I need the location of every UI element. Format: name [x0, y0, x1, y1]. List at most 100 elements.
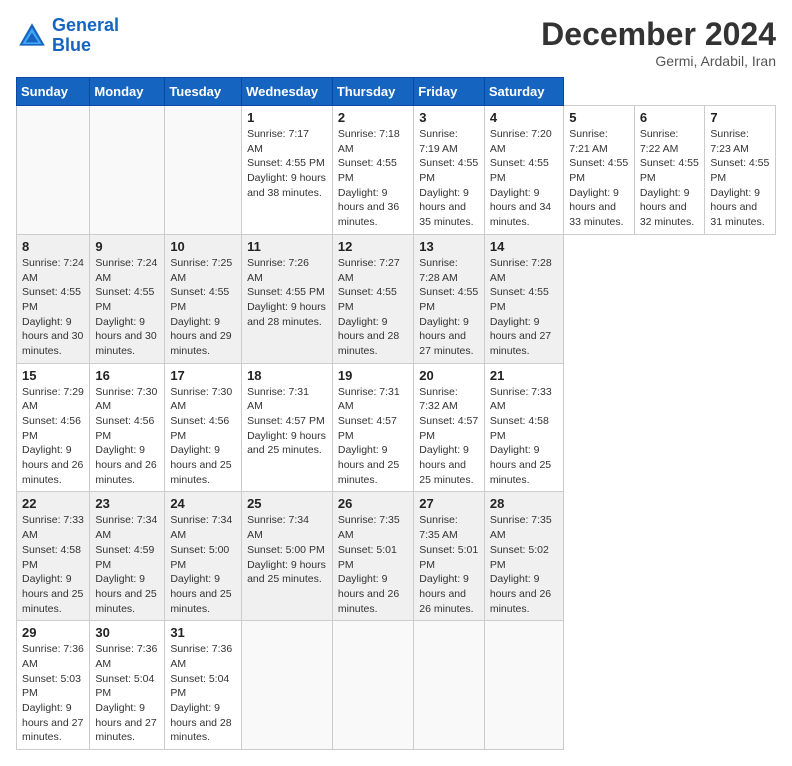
- day-number: 1: [247, 110, 327, 125]
- day-info: Sunrise: 7:22 AMSunset: 4:55 PMDaylight:…: [640, 127, 700, 230]
- week-row-3: 15Sunrise: 7:29 AMSunset: 4:56 PMDayligh…: [17, 363, 776, 492]
- day-info: Sunrise: 7:34 AMSunset: 5:00 PMDaylight:…: [170, 513, 236, 616]
- calendar-cell: 7Sunrise: 7:23 AMSunset: 4:55 PMDaylight…: [705, 106, 776, 235]
- calendar-cell: 9 Sunrise: 7:24 AMSunset: 4:55 PMDaylight…: [90, 234, 165, 363]
- day-info: Sunrise: 7:20 AMSunset: 4:55 PMDaylight:…: [490, 127, 558, 230]
- day-info: Sunrise: 7:31 AMSunset: 4:57 PMDaylight:…: [247, 385, 327, 458]
- day-number: 22: [22, 496, 84, 511]
- day-number: 19: [338, 368, 408, 383]
- header-monday: Monday: [90, 78, 165, 106]
- calendar-cell: 17 Sunrise: 7:30 AMSunset: 4:56 PMDayligh…: [165, 363, 242, 492]
- day-number: 30: [95, 625, 159, 640]
- calendar-cell: 3 Sunrise: 7:19 AMSunset: 4:55 PMDaylight…: [414, 106, 485, 235]
- day-number: 3: [419, 110, 479, 125]
- header-wednesday: Wednesday: [242, 78, 333, 106]
- calendar-cell: [165, 106, 242, 235]
- day-number: 5: [569, 110, 629, 125]
- calendar-cell: 28 Sunrise: 7:35 AMSunset: 5:02 PMDayligh…: [484, 492, 563, 621]
- location: Germi, Ardabil, Iran: [541, 53, 776, 69]
- day-number: 25: [247, 496, 327, 511]
- day-info: Sunrise: 7:24 AMSunset: 4:55 PMDaylight:…: [95, 256, 159, 359]
- calendar-cell: [17, 106, 90, 235]
- day-number: 17: [170, 368, 236, 383]
- calendar-cell: 4 Sunrise: 7:20 AMSunset: 4:55 PMDaylight…: [484, 106, 563, 235]
- day-number: 6: [640, 110, 700, 125]
- day-info: Sunrise: 7:28 AMSunset: 4:55 PMDaylight:…: [490, 256, 558, 359]
- day-number: 8: [22, 239, 84, 254]
- calendar-cell: [242, 621, 333, 750]
- calendar-cell: 13Sunrise: 7:28 AMSunset: 4:55 PMDayligh…: [414, 234, 485, 363]
- day-number: 18: [247, 368, 327, 383]
- day-info: Sunrise: 7:33 AMSunset: 4:58 PMDaylight:…: [490, 385, 558, 488]
- week-row-5: 29 Sunrise: 7:36 AMSunset: 5:03 PMDayligh…: [17, 621, 776, 750]
- day-info: Sunrise: 7:36 AMSunset: 5:04 PMDaylight:…: [95, 642, 159, 745]
- calendar-cell: [332, 621, 413, 750]
- day-number: 15: [22, 368, 84, 383]
- day-number: 27: [419, 496, 479, 511]
- calendar-cell: 2Sunrise: 7:18 AMSunset: 4:55 PMDaylight…: [332, 106, 413, 235]
- title-block: December 2024 Germi, Ardabil, Iran: [541, 16, 776, 69]
- day-info: Sunrise: 7:25 AMSunset: 4:55 PMDaylight:…: [170, 256, 236, 359]
- calendar-cell: 10 Sunrise: 7:25 AMSunset: 4:55 PMDayligh…: [165, 234, 242, 363]
- day-info: Sunrise: 7:23 AMSunset: 4:55 PMDaylight:…: [710, 127, 770, 230]
- day-info: Sunrise: 7:24 AMSunset: 4:55 PMDaylight:…: [22, 256, 84, 359]
- day-info: Sunrise: 7:36 AMSunset: 5:03 PMDaylight:…: [22, 642, 84, 745]
- day-info: Sunrise: 7:21 AMSunset: 4:55 PMDaylight:…: [569, 127, 629, 230]
- day-info: Sunrise: 7:35 AMSunset: 5:01 PMDaylight:…: [419, 513, 479, 616]
- calendar-cell: 11 Sunrise: 7:26 AMSunset: 4:55 PMDayligh…: [242, 234, 333, 363]
- day-number: 12: [338, 239, 408, 254]
- week-row-4: 22Sunrise: 7:33 AMSunset: 4:58 PMDayligh…: [17, 492, 776, 621]
- day-number: 28: [490, 496, 558, 511]
- day-number: 24: [170, 496, 236, 511]
- calendar-cell: 8 Sunrise: 7:24 AMSunset: 4:55 PMDaylight…: [17, 234, 90, 363]
- calendar-cell: 6 Sunrise: 7:22 AMSunset: 4:55 PMDaylight…: [634, 106, 705, 235]
- day-info: Sunrise: 7:30 AMSunset: 4:56 PMDaylight:…: [170, 385, 236, 488]
- page-header: General Blue December 2024 Germi, Ardabi…: [16, 16, 776, 69]
- calendar-cell: 23Sunrise: 7:34 AMSunset: 4:59 PMDayligh…: [90, 492, 165, 621]
- day-info: Sunrise: 7:30 AMSunset: 4:56 PMDaylight:…: [95, 385, 159, 488]
- calendar-cell: [90, 106, 165, 235]
- day-info: Sunrise: 7:35 AMSunset: 5:02 PMDaylight:…: [490, 513, 558, 616]
- calendar: SundayMondayTuesdayWednesdayThursdayFrid…: [16, 77, 776, 750]
- calendar-cell: 16Sunrise: 7:30 AMSunset: 4:56 PMDayligh…: [90, 363, 165, 492]
- calendar-cell: 14 Sunrise: 7:28 AMSunset: 4:55 PMDayligh…: [484, 234, 563, 363]
- day-number: 11: [247, 239, 327, 254]
- calendar-header-row: SundayMondayTuesdayWednesdayThursdayFrid…: [17, 78, 776, 106]
- header-sunday: Sunday: [17, 78, 90, 106]
- calendar-cell: 18 Sunrise: 7:31 AMSunset: 4:57 PMDayligh…: [242, 363, 333, 492]
- day-info: Sunrise: 7:18 AMSunset: 4:55 PMDaylight:…: [338, 127, 408, 230]
- day-number: 29: [22, 625, 84, 640]
- calendar-cell: 15Sunrise: 7:29 AMSunset: 4:56 PMDayligh…: [17, 363, 90, 492]
- calendar-cell: 24 Sunrise: 7:34 AMSunset: 5:00 PMDayligh…: [165, 492, 242, 621]
- day-number: 20: [419, 368, 479, 383]
- day-number: 21: [490, 368, 558, 383]
- calendar-cell: 21 Sunrise: 7:33 AMSunset: 4:58 PMDayligh…: [484, 363, 563, 492]
- header-friday: Friday: [414, 78, 485, 106]
- week-row-1: 1 Sunrise: 7:17 AMSunset: 4:55 PMDaylight…: [17, 106, 776, 235]
- week-row-2: 8 Sunrise: 7:24 AMSunset: 4:55 PMDaylight…: [17, 234, 776, 363]
- calendar-cell: 27 Sunrise: 7:35 AMSunset: 5:01 PMDayligh…: [414, 492, 485, 621]
- calendar-cell: 12 Sunrise: 7:27 AMSunset: 4:55 PMDayligh…: [332, 234, 413, 363]
- day-number: 14: [490, 239, 558, 254]
- day-number: 10: [170, 239, 236, 254]
- calendar-cell: 29 Sunrise: 7:36 AMSunset: 5:03 PMDayligh…: [17, 621, 90, 750]
- calendar-cell: 22Sunrise: 7:33 AMSunset: 4:58 PMDayligh…: [17, 492, 90, 621]
- header-tuesday: Tuesday: [165, 78, 242, 106]
- header-thursday: Thursday: [332, 78, 413, 106]
- day-info: Sunrise: 7:34 AMSunset: 5:00 PMDaylight:…: [247, 513, 327, 586]
- calendar-cell: [484, 621, 563, 750]
- day-info: Sunrise: 7:19 AMSunset: 4:55 PMDaylight:…: [419, 127, 479, 230]
- day-info: Sunrise: 7:26 AMSunset: 4:55 PMDaylight:…: [247, 256, 327, 329]
- calendar-cell: 26Sunrise: 7:35 AMSunset: 5:01 PMDayligh…: [332, 492, 413, 621]
- day-info: Sunrise: 7:28 AMSunset: 4:55 PMDaylight:…: [419, 256, 479, 359]
- day-number: 4: [490, 110, 558, 125]
- calendar-cell: 20Sunrise: 7:32 AMSunset: 4:57 PMDayligh…: [414, 363, 485, 492]
- day-number: 26: [338, 496, 408, 511]
- day-info: Sunrise: 7:17 AMSunset: 4:55 PMDaylight:…: [247, 127, 327, 200]
- logo-text: General Blue: [52, 16, 119, 56]
- day-number: 9: [95, 239, 159, 254]
- calendar-cell: [414, 621, 485, 750]
- day-info: Sunrise: 7:27 AMSunset: 4:55 PMDaylight:…: [338, 256, 408, 359]
- calendar-cell: 1 Sunrise: 7:17 AMSunset: 4:55 PMDaylight…: [242, 106, 333, 235]
- calendar-cell: 31Sunrise: 7:36 AMSunset: 5:04 PMDayligh…: [165, 621, 242, 750]
